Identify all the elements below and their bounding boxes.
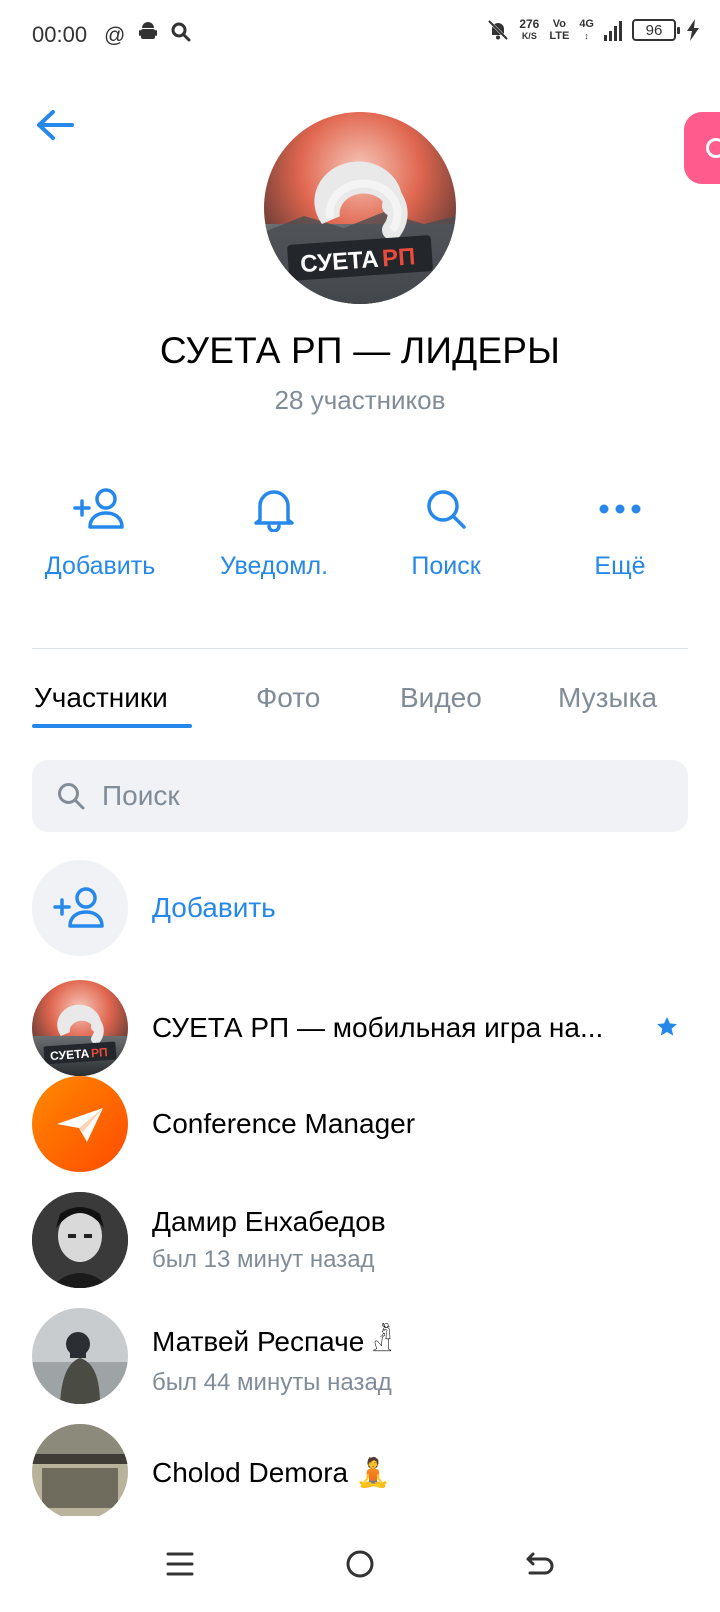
avatar bbox=[32, 1424, 128, 1516]
search-placeholder: Поиск bbox=[102, 780, 180, 811]
members-count[interactable]: 28 участников bbox=[0, 385, 720, 416]
divider bbox=[32, 648, 688, 649]
record-icon bbox=[706, 138, 720, 158]
list-item[interactable]: СУЕТА РП СУЕТА РП — мобильная игра на... bbox=[32, 980, 688, 1076]
svg-text:СУЕТА: СУЕТА bbox=[299, 246, 379, 278]
tab-members[interactable]: Участники bbox=[34, 682, 168, 714]
back-nav-button[interactable] bbox=[520, 1544, 560, 1584]
status-time: 00:00 bbox=[32, 22, 88, 47]
menu-icon bbox=[166, 1552, 194, 1576]
system-nav-bar bbox=[0, 1516, 720, 1612]
charging-icon bbox=[687, 19, 699, 41]
avatar bbox=[32, 1192, 128, 1288]
emoji-pharaoh-icon: 𓁚 bbox=[372, 1325, 393, 1358]
group-avatar[interactable]: СУЕТА РП bbox=[264, 112, 456, 304]
add-member-row[interactable]: Добавить bbox=[32, 860, 688, 956]
status-left-icons: @ bbox=[104, 22, 191, 49]
signal-icon bbox=[604, 19, 622, 41]
avatar bbox=[32, 1308, 128, 1404]
more-action[interactable]: Ещё bbox=[534, 484, 706, 581]
member-name: Дамир Енхабедов bbox=[152, 1206, 386, 1237]
action-bar: Добавить Уведомл. Поиск Ещё bbox=[0, 484, 720, 594]
member-status: был 44 минуты назад bbox=[152, 1369, 392, 1396]
member-name: Conference Manager bbox=[152, 1108, 416, 1139]
list-item[interactable]: Матвей Респаче 𓁚 был 44 минуты назад bbox=[32, 1308, 688, 1404]
volte-indicator: Vo LTE bbox=[549, 18, 570, 42]
more-icon bbox=[599, 504, 641, 514]
tab-active-indicator bbox=[32, 724, 192, 728]
tab-photo[interactable]: Фото bbox=[256, 682, 320, 714]
status-right-icons: 276 K/S Vo LTE 4G ↕ 96 bbox=[487, 18, 700, 42]
tab-video[interactable]: Видео bbox=[400, 682, 482, 714]
search-icon bbox=[58, 783, 85, 810]
add-member-action[interactable]: Добавить bbox=[14, 484, 186, 581]
side-floating-button[interactable] bbox=[684, 112, 720, 184]
tab-music[interactable]: Музыка bbox=[558, 682, 657, 714]
search-action[interactable]: Поиск bbox=[360, 484, 532, 581]
add-user-icon bbox=[53, 887, 104, 928]
net-speed: 276 K/S bbox=[519, 17, 540, 41]
verified-star-icon bbox=[657, 1016, 677, 1036]
add-member-label: Добавить bbox=[152, 892, 276, 923]
add-member-avatar bbox=[32, 860, 128, 956]
member-name: Cholod Demora 🧘 bbox=[152, 1456, 391, 1488]
list-item[interactable]: Cholod Demora 🧘 bbox=[32, 1424, 688, 1516]
arrow-left-icon bbox=[37, 110, 74, 140]
member-status: был 13 минут назад bbox=[152, 1246, 375, 1273]
at-icon: @ bbox=[104, 23, 126, 47]
svg-text:СУЕТА: СУЕТА bbox=[50, 1046, 90, 1063]
svg-text:РП: РП bbox=[91, 1045, 109, 1060]
menu-nav-button[interactable] bbox=[160, 1544, 200, 1584]
home-nav-button[interactable] bbox=[340, 1544, 380, 1584]
svg-text:РП: РП bbox=[381, 243, 416, 272]
home-circle-icon bbox=[346, 1550, 374, 1578]
android-icon bbox=[139, 22, 158, 49]
search-icon bbox=[427, 490, 466, 529]
network-type: 4G ↕ bbox=[579, 18, 594, 41]
members-list: Добавить СУЕТА РП СУЕТА РП — мобильная и… bbox=[0, 850, 720, 1516]
back-button[interactable] bbox=[30, 100, 80, 150]
member-name: СУЕТА РП — мобильная игра на... bbox=[152, 1012, 604, 1043]
avatar bbox=[32, 1076, 128, 1172]
member-name: Матвей Респаче 𓁚 bbox=[152, 1325, 393, 1358]
add-user-icon bbox=[73, 488, 124, 529]
mute-bell-icon bbox=[488, 19, 509, 41]
battery-icon: 96 bbox=[632, 19, 680, 41]
emoji-meditation-icon: 🧘 bbox=[355, 1456, 391, 1488]
group-title: СУЕТА РП — ЛИДЕРЫ bbox=[159, 330, 561, 371]
status-bar: 00:00 @ 276 K/S Vo LTE 4G ↕ 96 bbox=[0, 0, 720, 72]
avatar: СУЕТА РП bbox=[32, 980, 128, 1076]
notifications-action[interactable]: Уведомл. bbox=[188, 484, 360, 581]
paper-plane-icon bbox=[57, 1108, 103, 1142]
search-icon bbox=[171, 22, 191, 49]
members-search-input[interactable]: Поиск bbox=[32, 760, 688, 832]
list-item[interactable]: Conference Manager bbox=[32, 1076, 688, 1172]
list-item[interactable]: Дамир Енхабедов был 13 минут назад bbox=[32, 1192, 688, 1288]
tabs: Участники Фото Видео Музыка bbox=[32, 676, 688, 732]
bell-icon bbox=[254, 490, 294, 532]
back-arrow-icon bbox=[526, 1552, 554, 1575]
